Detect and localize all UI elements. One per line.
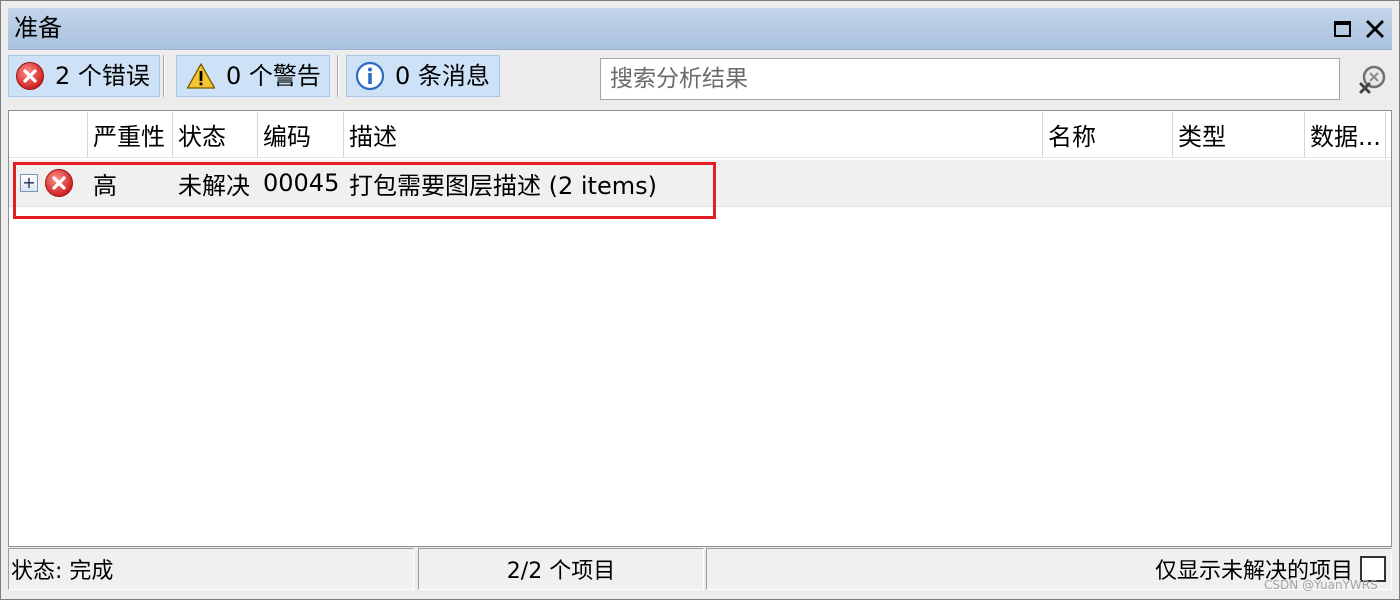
column-header-description[interactable]: 描述 (344, 112, 1043, 157)
clear-search-icon (1359, 65, 1386, 94)
messages-filter-button[interactable]: 0 条消息 (346, 55, 500, 97)
error-icon (15, 61, 45, 91)
status-bar-state: 状态: 完成 (8, 548, 414, 590)
column-header-name[interactable]: 名称 (1043, 112, 1173, 157)
errors-filter-label: 2 个错误 (55, 62, 150, 90)
column-header-expand[interactable] (9, 112, 88, 157)
close-button[interactable] (1363, 17, 1387, 41)
warnings-filter-label: 0 个警告 (226, 62, 321, 90)
column-header-severity[interactable]: 严重性 (88, 112, 173, 157)
highlight-annotation (13, 162, 716, 219)
watermark: CSDN @YuanYWRS (1264, 578, 1378, 592)
panel-title: 准备 (14, 14, 62, 42)
warning-icon (186, 61, 216, 91)
maximize-button[interactable] (1330, 17, 1354, 41)
column-header-code[interactable]: 编码 (258, 112, 344, 157)
item-count-text: 2/2 个项目 (506, 559, 616, 584)
status-text: 状态: 完成 (11, 559, 114, 584)
analysis-panel: 准备 2 个错误 0 个警告 0 条消息 搜索分析结果 严重性 状态 编码 描述… (0, 0, 1400, 600)
warnings-filter-button[interactable]: 0 个警告 (176, 55, 330, 97)
search-results-input[interactable] (600, 58, 1340, 100)
toolbar-separator (337, 55, 339, 97)
status-bar-count: 2/2 个项目 (418, 548, 704, 590)
column-header-status[interactable]: 状态 (173, 112, 258, 157)
errors-filter-button[interactable]: 2 个错误 (8, 55, 160, 97)
toolbar: 2 个错误 0 个警告 0 条消息 (8, 52, 1392, 106)
title-bar: 准备 (8, 8, 1392, 50)
maximize-icon (1333, 21, 1351, 37)
clear-search-button[interactable] (1354, 62, 1390, 98)
column-header-data[interactable]: 数据... (1305, 112, 1386, 157)
column-header-type[interactable]: 类型 (1173, 112, 1305, 157)
close-icon (1366, 20, 1384, 38)
table-header: 严重性 状态 编码 描述 名称 类型 数据... (9, 112, 1391, 158)
toolbar-separator (163, 55, 165, 97)
info-icon (355, 61, 385, 91)
messages-filter-label: 0 条消息 (395, 62, 490, 90)
